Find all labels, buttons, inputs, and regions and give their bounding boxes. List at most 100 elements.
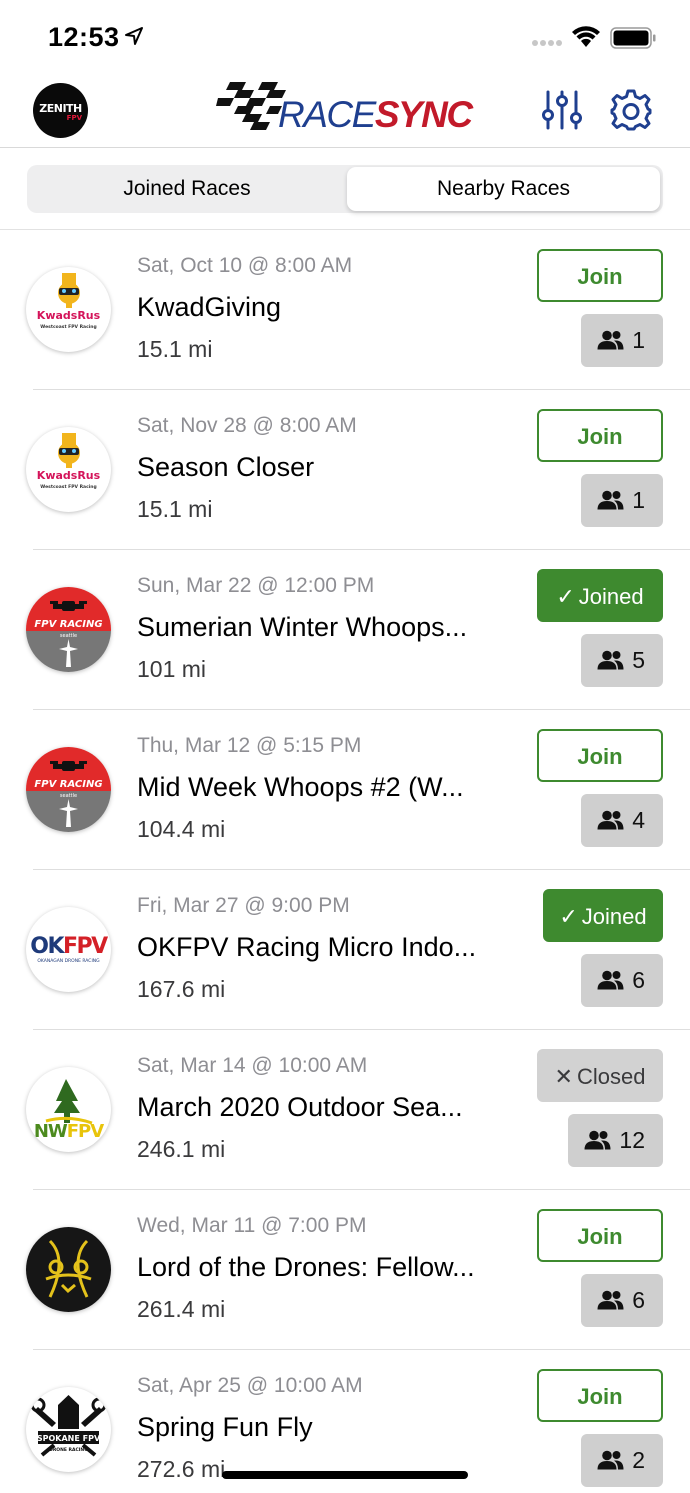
filter-sliders-icon[interactable] bbox=[540, 88, 584, 132]
race-date: Sat, Nov 28 @ 8:00 AM bbox=[137, 414, 357, 437]
avatar-subtext: FPV bbox=[66, 114, 82, 122]
people-icon bbox=[584, 1130, 611, 1150]
race-distance: 272.6 mi bbox=[137, 1456, 226, 1482]
gear-icon[interactable] bbox=[609, 88, 653, 132]
location-arrow-icon bbox=[125, 27, 143, 45]
race-status-label: Join bbox=[577, 264, 623, 289]
race-join-button[interactable]: Join bbox=[537, 409, 663, 462]
people-icon bbox=[597, 810, 624, 830]
tab-joined-races[interactable]: Joined Races bbox=[29, 167, 345, 211]
participant-count: 6 bbox=[632, 1287, 645, 1313]
race-date: Fri, Mar 27 @ 9:00 PM bbox=[137, 894, 350, 917]
lord-of-the-drones-icon bbox=[26, 1227, 111, 1312]
participant-count-badge[interactable]: 1 bbox=[581, 474, 663, 527]
race-row[interactable]: KwadsRus Westcoast FPV Racing Sat, Oct 10 … bbox=[0, 230, 690, 390]
race-date: Sun, Mar 22 @ 12:00 PM bbox=[137, 574, 375, 597]
race-date: Sat, Mar 14 @ 10:00 AM bbox=[137, 1054, 368, 1077]
race-distance: 167.6 mi bbox=[137, 976, 226, 1002]
wifi-icon bbox=[572, 26, 600, 47]
race-status-label: Closed bbox=[576, 1064, 646, 1089]
svg-text:SPOKANE FPV: SPOKANE FPV bbox=[37, 1434, 101, 1443]
race-date: Wed, Mar 11 @ 7:00 PM bbox=[137, 1214, 367, 1237]
race-list: KwadsRus Westcoast FPV Racing Sat, Oct 10 … bbox=[0, 230, 690, 1493]
logo-wordmark: RACESYNC bbox=[278, 94, 473, 136]
okfpv-icon: OKFPV OKANAGAN DRONE RACING bbox=[26, 907, 111, 992]
race-row[interactable]: Wed, Mar 11 @ 7:00 PM Lord of the Drones:… bbox=[0, 1190, 690, 1350]
svg-text:FPV RACING: FPV RACING bbox=[34, 619, 102, 630]
participant-count-badge[interactable]: 1 bbox=[581, 314, 663, 367]
participant-count-badge[interactable]: 4 bbox=[581, 794, 663, 847]
race-distance: 246.1 mi bbox=[137, 1136, 226, 1162]
kwadsrus-icon: KwadsRus Westcoast FPV Racing bbox=[26, 267, 111, 352]
cellular-signal-icon bbox=[532, 40, 562, 46]
race-row[interactable]: KwadsRus Westcoast FPV Racing Sat, Nov 28 … bbox=[0, 390, 690, 550]
svg-text:NWFPV: NWFPV bbox=[34, 1121, 104, 1142]
race-distance: 15.1 mi bbox=[137, 496, 213, 522]
participant-count: 1 bbox=[632, 487, 645, 513]
svg-text:seattle: seattle bbox=[60, 633, 77, 639]
participant-count-badge[interactable]: 5 bbox=[581, 634, 663, 687]
tab-nearby-races[interactable]: Nearby Races bbox=[347, 167, 660, 211]
svg-text:FPV RACING: FPV RACING bbox=[34, 779, 102, 790]
battery-icon bbox=[610, 27, 656, 49]
race-joined-button[interactable]: ✓ Joined bbox=[543, 889, 663, 942]
participant-count: 4 bbox=[632, 807, 645, 833]
race-name: March 2020 Outdoor Sea... bbox=[137, 1092, 463, 1122]
people-icon bbox=[597, 1450, 624, 1470]
race-status-label: Join bbox=[577, 1224, 623, 1249]
participant-count-badge[interactable]: 6 bbox=[581, 954, 663, 1007]
participant-count-badge[interactable]: 12 bbox=[568, 1114, 663, 1167]
race-status-label: Join bbox=[577, 1384, 623, 1409]
race-name: Lord of the Drones: Fellow... bbox=[137, 1252, 475, 1282]
race-status-label: Join bbox=[577, 424, 623, 449]
race-join-button[interactable]: Join bbox=[537, 1369, 663, 1422]
race-row[interactable]: FPV RACING seattle Sun, Mar 22 @ 12:00 PM S… bbox=[0, 550, 690, 710]
status-time: 12:53 bbox=[48, 22, 120, 52]
races-segmented-control: Joined Races Nearby Races bbox=[27, 165, 663, 213]
race-distance: 101 mi bbox=[137, 656, 207, 682]
race-name: Spring Fun Fly bbox=[137, 1412, 313, 1442]
race-distance: 15.1 mi bbox=[137, 336, 213, 362]
race-distance: 261.4 mi bbox=[137, 1296, 226, 1322]
race-join-button[interactable]: Join bbox=[537, 729, 663, 782]
spokane-fpv-icon: SPOKANE FPV DRONE RACING bbox=[26, 1387, 111, 1472]
logo-race-text: RACE bbox=[278, 94, 376, 135]
race-name: OKFPV Racing Micro Indo... bbox=[137, 932, 477, 962]
participant-count-badge[interactable]: 2 bbox=[581, 1434, 663, 1487]
svg-text:Westcoast FPV Racing: Westcoast FPV Racing bbox=[40, 324, 96, 330]
logo-sync-text: SYNC bbox=[374, 94, 473, 135]
race-name: Mid Week Whoops #2 (W... bbox=[137, 772, 464, 802]
avatar[interactable]: ZENITH FPV bbox=[33, 83, 88, 138]
participant-count: 1 bbox=[632, 327, 645, 353]
svg-text:KwadsRus: KwadsRus bbox=[37, 309, 101, 322]
participant-count-badge[interactable]: 6 bbox=[581, 1274, 663, 1327]
svg-text:Westcoast FPV Racing: Westcoast FPV Racing bbox=[40, 484, 96, 490]
fpv-racing-seattle-icon: FPV RACING seattle bbox=[26, 587, 111, 672]
people-icon bbox=[597, 490, 624, 510]
race-date: Sat, Apr 25 @ 10:00 AM bbox=[137, 1374, 363, 1397]
race-row[interactable]: OKFPV OKANAGAN DRONE RACING Fri, Mar 27 @ … bbox=[0, 870, 690, 1030]
svg-text:seattle: seattle bbox=[60, 793, 77, 799]
svg-text:KwadsRus: KwadsRus bbox=[37, 469, 101, 482]
participant-count: 12 bbox=[619, 1127, 645, 1153]
people-icon bbox=[597, 650, 624, 670]
race-name: KwadGiving bbox=[137, 292, 282, 322]
people-icon bbox=[597, 1290, 624, 1310]
race-closed-button[interactable]: ✕ Closed bbox=[537, 1049, 663, 1102]
race-date: Sat, Oct 10 @ 8:00 AM bbox=[137, 254, 353, 277]
participant-count: 2 bbox=[632, 1447, 645, 1473]
race-name: Sumerian Winter Whoops... bbox=[137, 612, 468, 642]
race-status-label: Joined bbox=[578, 584, 644, 609]
race-join-button[interactable]: Join bbox=[537, 249, 663, 302]
svg-text:OKFPV: OKFPV bbox=[30, 934, 108, 959]
people-icon bbox=[597, 970, 624, 990]
svg-text:DRONE RACING: DRONE RACING bbox=[49, 1447, 88, 1453]
racesync-logo: RACESYNC bbox=[216, 82, 476, 135]
race-joined-button[interactable]: ✓ Joined bbox=[537, 569, 663, 622]
svg-text:OKANAGAN DRONE RACING: OKANAGAN DRONE RACING bbox=[37, 958, 100, 964]
race-status-label: Joined bbox=[581, 904, 647, 929]
race-row[interactable]: NWFPV Sat, Mar 14 @ 10:00 AM March 2020 Ou… bbox=[0, 1030, 690, 1190]
race-row[interactable]: FPV RACING seattle Thu, Mar 12 @ 5:15 PM Mi… bbox=[0, 710, 690, 870]
race-join-button[interactable]: Join bbox=[537, 1209, 663, 1262]
participant-count: 5 bbox=[632, 647, 645, 673]
